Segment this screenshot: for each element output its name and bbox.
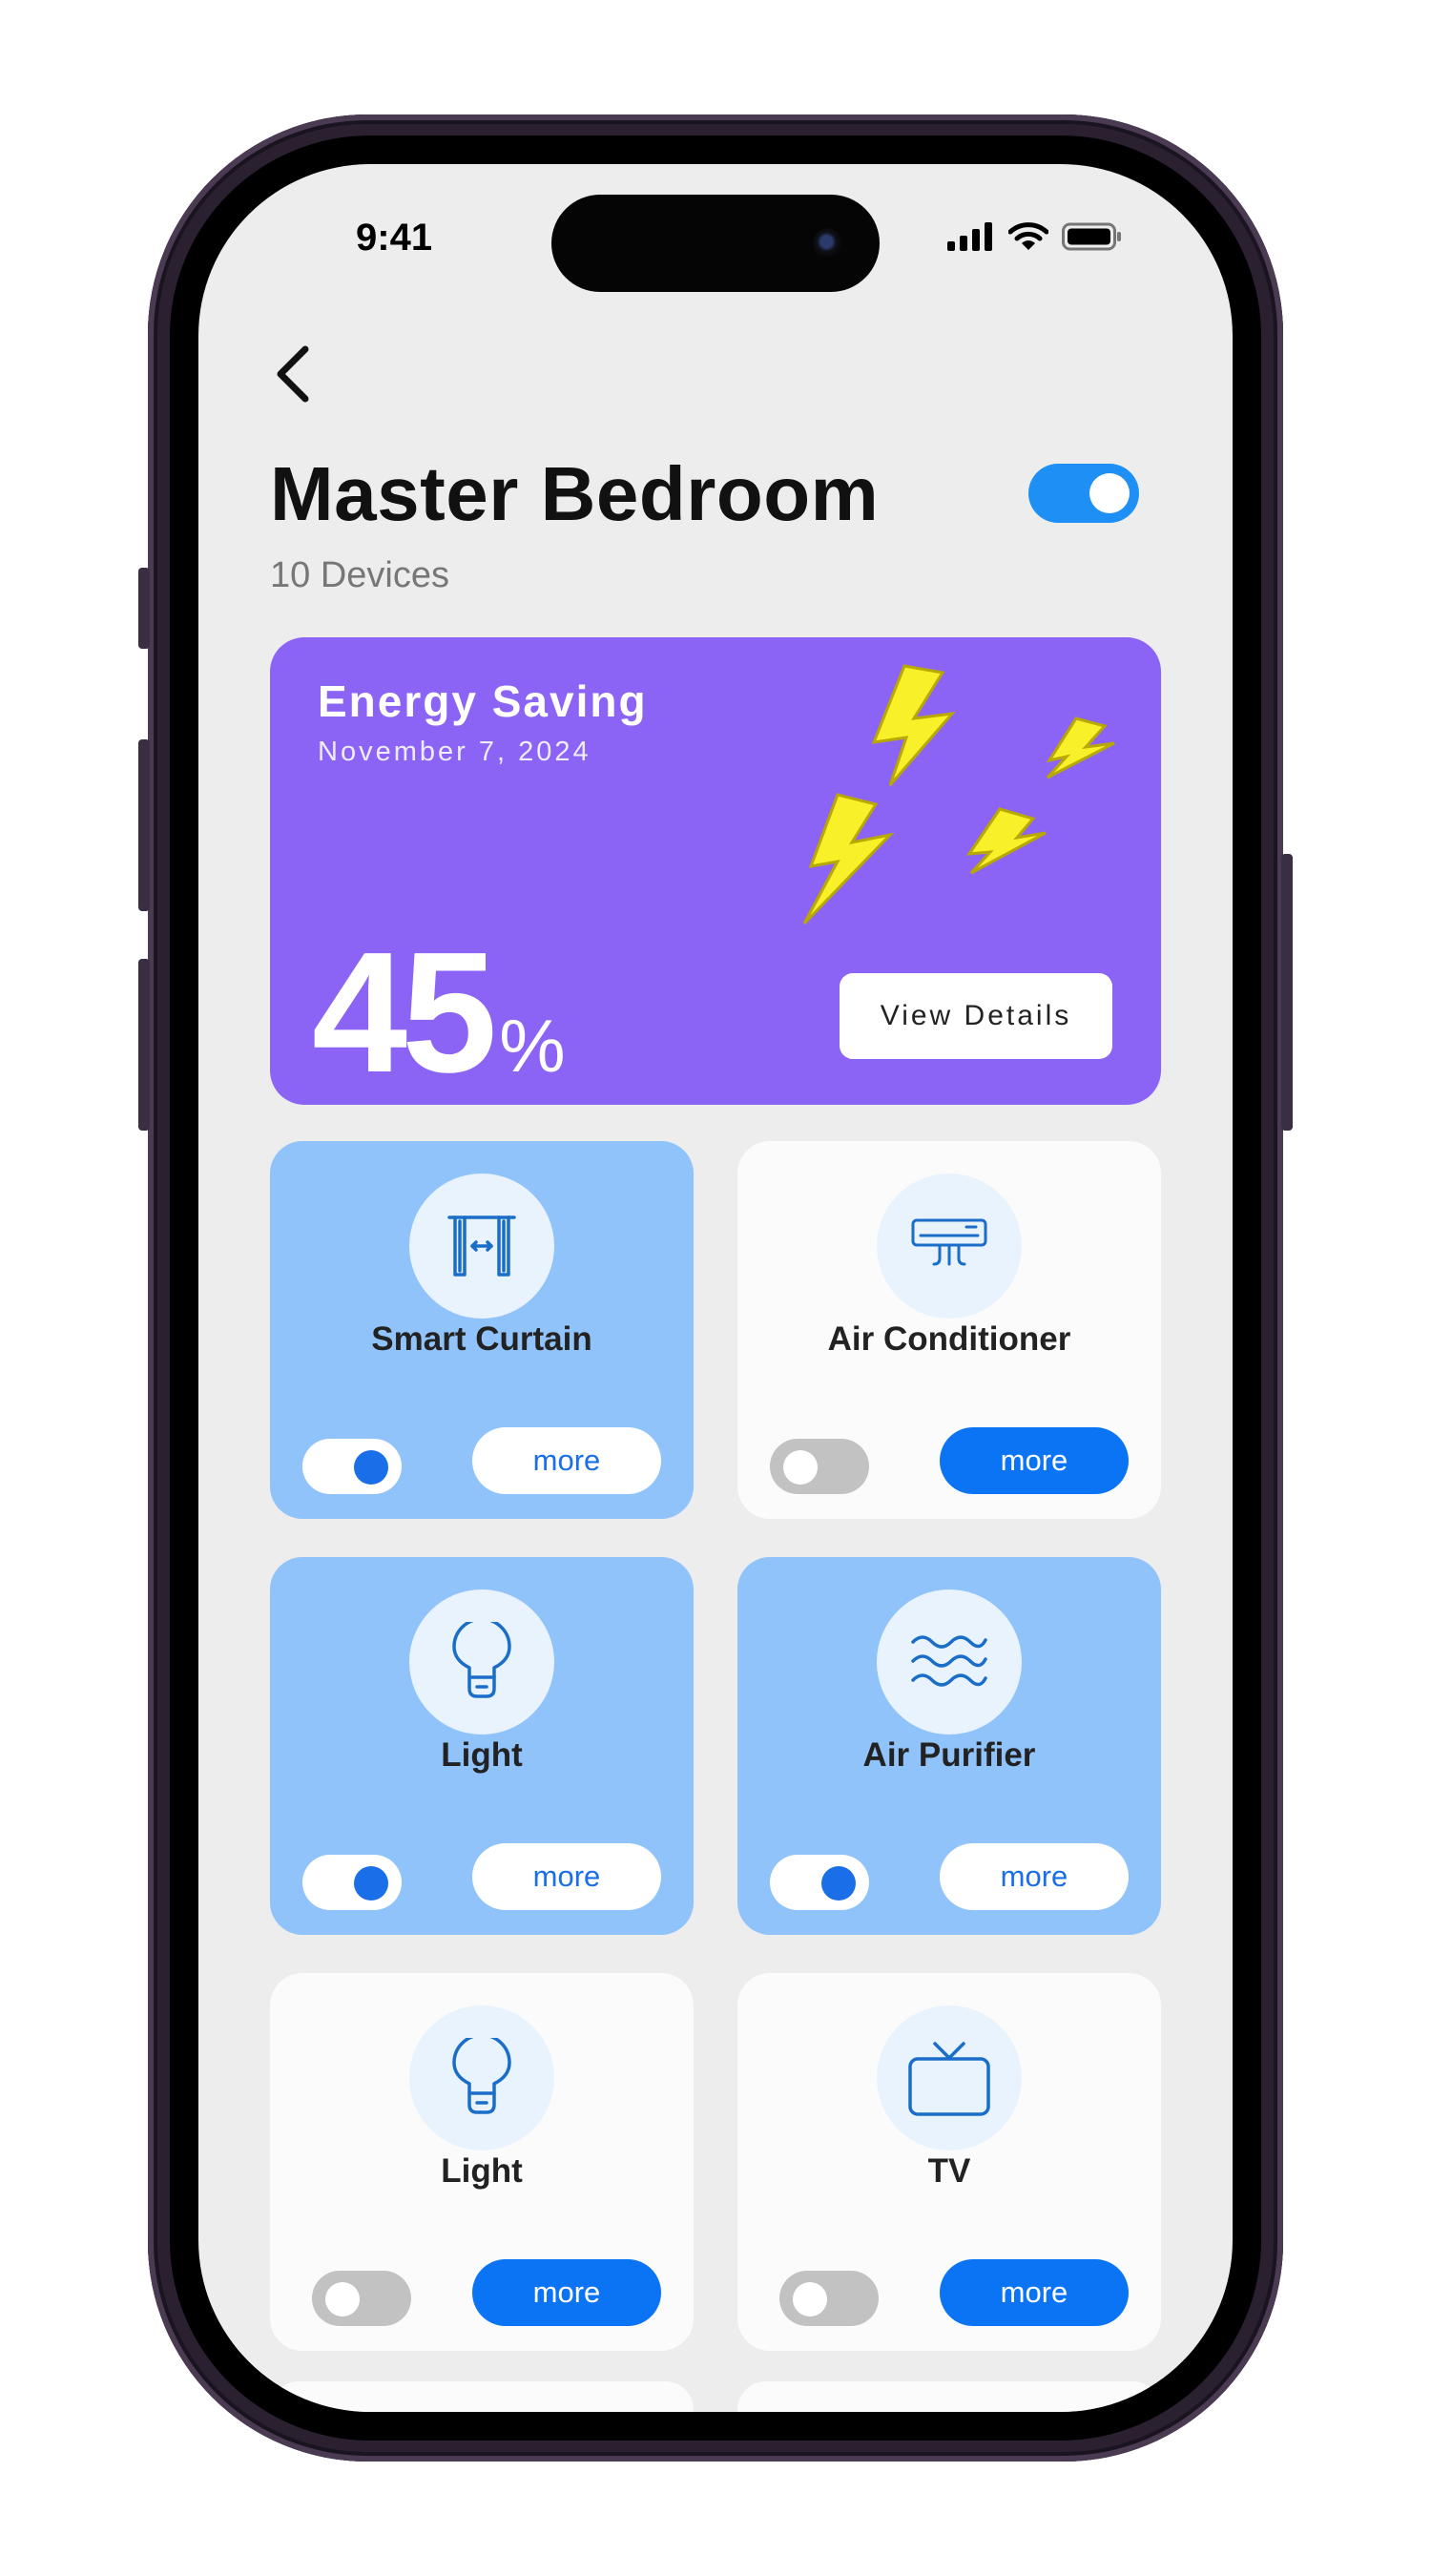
toggle-knob	[821, 1866, 856, 1901]
more-button[interactable]: more	[472, 1427, 661, 1494]
icon-circle	[409, 1589, 554, 1735]
more-button[interactable]: more	[940, 1843, 1129, 1910]
energy-saving-card: Energy Saving November 7, 2024 45% View …	[270, 637, 1161, 1109]
device-name: Smart Curtain	[371, 1320, 592, 1358]
more-button[interactable]: more	[472, 1843, 661, 1910]
air-purifier-icon	[911, 1635, 987, 1687]
screen: 9:41 Master Bedroom 10 Devices Energy Sa…	[198, 164, 1233, 2412]
device-card-smart-curtain[interactable]: Smart Curtain more	[270, 1141, 694, 1519]
toggle-knob	[783, 1450, 818, 1485]
front-camera	[813, 228, 843, 259]
device-name: Light	[441, 1736, 523, 1774]
status-time: 9:41	[356, 217, 433, 259]
device-card-light[interactable]: Light more	[270, 1557, 694, 1935]
device-power-toggle[interactable]	[770, 1439, 869, 1494]
lightbulb-icon	[452, 1622, 511, 1698]
air-conditioner-icon	[911, 1218, 987, 1266]
energy-date: November 7, 2024	[318, 737, 591, 767]
chevron-left-icon	[277, 345, 309, 403]
device-power-toggle[interactable]	[770, 1855, 869, 1910]
page-title: Master Bedroom	[270, 451, 880, 536]
device-name: Light	[441, 2152, 523, 2190]
energy-title: Energy Saving	[318, 676, 648, 726]
dynamic-island	[551, 195, 880, 292]
device-power-toggle[interactable]	[302, 1439, 402, 1494]
percent-value: 45	[312, 917, 497, 1109]
device-name: TV	[927, 2152, 971, 2190]
toggle-knob	[354, 1866, 388, 1901]
room-power-toggle[interactable]	[1028, 464, 1139, 523]
device-count: 10 Devices	[270, 555, 449, 595]
action-button	[138, 568, 150, 649]
toggle-knob	[793, 2282, 827, 2316]
cellular-signal-icon	[947, 222, 992, 251]
battery-icon	[1062, 222, 1121, 251]
lightbulb-icon	[452, 2038, 511, 2114]
icon-circle	[877, 2005, 1022, 2150]
status-icons	[947, 221, 1123, 252]
icon-circle	[409, 2005, 554, 2150]
energy-percentage: 45%	[312, 914, 566, 1111]
power-button	[1281, 854, 1293, 1131]
more-button[interactable]: more	[940, 2259, 1129, 2326]
lightning-bolts-icon	[802, 664, 1115, 925]
volume-down-button	[138, 959, 150, 1131]
wifi-icon	[1008, 222, 1048, 250]
device-card-air-conditioner[interactable]: Air Conditioner more	[737, 1141, 1161, 1519]
volume-up-button	[138, 739, 150, 911]
device-card-partial	[737, 2381, 1161, 2412]
device-card-air-purifier[interactable]: Air Purifier more	[737, 1557, 1161, 1935]
view-details-button[interactable]: View Details	[840, 973, 1112, 1059]
icon-circle	[877, 1174, 1022, 1319]
device-name: Air Purifier	[862, 1736, 1036, 1774]
icon-circle	[409, 1174, 554, 1319]
more-button[interactable]: more	[940, 1427, 1129, 1494]
percent-symbol: %	[499, 1004, 566, 1088]
device-card-partial	[270, 2381, 694, 2412]
device-name: Air Conditioner	[827, 1320, 1071, 1358]
icon-circle	[877, 1589, 1022, 1735]
curtain-icon	[447, 1215, 516, 1277]
device-card-light-2[interactable]: Light more	[270, 1973, 694, 2351]
toggle-knob	[354, 1450, 388, 1485]
more-button[interactable]: more	[472, 2259, 661, 2326]
toggle-knob	[1089, 473, 1130, 513]
device-card-tv[interactable]: TV more	[737, 1973, 1161, 2351]
device-power-toggle[interactable]	[312, 2271, 411, 2326]
tv-icon	[908, 2042, 990, 2116]
device-power-toggle[interactable]	[302, 1855, 402, 1910]
toggle-knob	[325, 2282, 360, 2316]
back-button[interactable]	[265, 336, 322, 412]
device-power-toggle[interactable]	[779, 2271, 879, 2326]
